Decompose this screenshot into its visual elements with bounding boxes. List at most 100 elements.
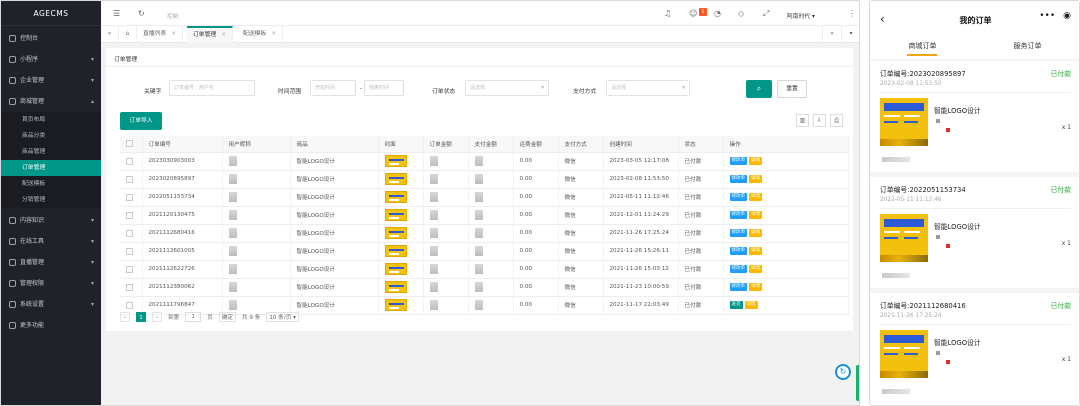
sub-category[interactable]: 商品分类 (1, 128, 101, 144)
nav-enterprise[interactable]: 企业管理 ▾ (1, 70, 101, 91)
more-vertical-icon[interactable]: ⋮ (848, 9, 856, 18)
import-orders-button[interactable]: 订单导入 (120, 112, 162, 130)
checkbox[interactable] (126, 229, 133, 237)
nav-live[interactable]: 直播管理 ▾ (1, 252, 101, 273)
close-icon[interactable]: × (271, 31, 276, 37)
nav-mini-program[interactable]: 小程序 ▾ (1, 49, 101, 70)
message-icon[interactable]: ☺ (689, 9, 697, 18)
order-card[interactable]: 订单编号:2022051153734 已付款 2022-05-11 11:12:46… (870, 177, 1079, 288)
page-size-select[interactable]: 10 条/页 ▾ (266, 312, 299, 322)
tab-service-orders[interactable]: 服务订单 (975, 41, 1079, 51)
tabs-right-icon[interactable]: » (822, 26, 842, 43)
nav-more[interactable]: 更多功能 (1, 315, 101, 336)
checkbox[interactable] (126, 265, 133, 273)
tab-live-list[interactable]: 直播列表 × (137, 26, 184, 43)
pay-method-select[interactable]: 请选择 (606, 80, 690, 96)
start-time-input[interactable]: 开始时间 (310, 80, 356, 96)
checkbox[interactable] (126, 247, 133, 255)
search-button[interactable]: ⌕ (746, 80, 772, 98)
close-target-icon[interactable]: ◉ (1063, 11, 1071, 21)
menu-toggle-icon[interactable]: ☰ (113, 9, 120, 18)
detail-button[interactable]: 详情 (749, 211, 762, 219)
refresh-icon[interactable]: ↻ (138, 9, 145, 18)
row-select[interactable] (120, 152, 143, 171)
action-primary-button[interactable]: 修改单 (729, 175, 747, 183)
sub-shipping[interactable]: 配送模板 (1, 176, 101, 192)
order-card[interactable]: 订单编号:2021112680416 已付款 2021-11-26 17:25:24… (870, 293, 1079, 405)
sub-orders[interactable]: 订单管理 (1, 160, 101, 176)
checkbox[interactable] (126, 193, 133, 201)
detail-button[interactable]: 详情 (749, 193, 762, 201)
tabs-left-icon[interactable]: « (101, 26, 119, 43)
detail-button[interactable]: 详情 (749, 265, 762, 273)
checkbox[interactable] (126, 140, 133, 148)
row-select[interactable] (120, 188, 143, 207)
paid-amount (468, 206, 514, 225)
detail-button[interactable]: 详情 (749, 247, 762, 255)
sub-products[interactable]: 商品管理 (1, 144, 101, 160)
nav-content[interactable]: 内容知识 ▾ (1, 210, 101, 231)
detail-button[interactable]: 详情 (749, 175, 762, 183)
page-current[interactable]: 1 (136, 312, 146, 322)
checkbox[interactable] (126, 157, 133, 165)
end-time-input[interactable]: 结束时间 (364, 80, 404, 96)
row-select[interactable] (120, 206, 143, 225)
nav-tools[interactable]: 在线工具 ▾ (1, 231, 101, 252)
pay-method: 微信 (558, 296, 604, 315)
row-select[interactable] (120, 278, 143, 297)
checkbox[interactable] (126, 175, 133, 183)
page-input[interactable]: 1 (185, 312, 202, 322)
fullscreen-icon[interactable]: ⤢ (763, 9, 769, 19)
tabs-menu-icon[interactable]: ▾ (842, 26, 859, 43)
detail-button[interactable]: 详情 (744, 301, 758, 309)
order-card[interactable]: 订单编号:2023020895897 已付款 2023-02-08 11:53:50… (870, 61, 1079, 172)
lock-icon[interactable]: ◔ (714, 9, 721, 18)
keyword-input[interactable]: 订单编号、用户名 (169, 80, 255, 96)
tab-orders[interactable]: 订单管理 × (187, 26, 234, 43)
action-primary-button[interactable]: 修改单 (729, 211, 747, 219)
action-primary-button[interactable]: 修改单 (729, 283, 747, 291)
more-dots-icon[interactable]: ••• (1039, 11, 1055, 21)
scrollbar[interactable] (856, 365, 859, 401)
sub-home-layout[interactable]: 首页布局 (1, 112, 101, 128)
reset-button[interactable]: 重置 (777, 80, 807, 98)
row-select[interactable] (120, 242, 143, 261)
action-primary-button[interactable]: 修改单 (729, 247, 747, 255)
select-all[interactable] (120, 136, 143, 153)
detail-button[interactable]: 详情 (749, 229, 762, 237)
action-primary-button[interactable]: 发货 (729, 301, 743, 309)
checkbox[interactable] (126, 283, 133, 291)
close-icon[interactable]: × (171, 31, 176, 37)
next-page-icon[interactable]: › (152, 312, 162, 322)
tag-icon[interactable]: ◇ (738, 9, 744, 18)
nav-mall[interactable]: 商城管理 ▴ (1, 91, 101, 112)
checkbox[interactable] (126, 211, 133, 219)
tab-mall-orders[interactable]: 商城订单 (870, 41, 975, 51)
user-menu[interactable]: 阿南时代 ▾ (787, 11, 815, 20)
row-select[interactable] (120, 224, 143, 243)
row-select[interactable] (120, 170, 143, 189)
nav-system[interactable]: 系统设置 ▾ (1, 294, 101, 315)
action-primary-button[interactable]: 修改单 (729, 157, 747, 165)
action-primary-button[interactable]: 修改单 (729, 265, 747, 273)
action-primary-button[interactable]: 修改单 (729, 193, 747, 201)
prev-page-icon[interactable]: ‹ (120, 312, 130, 322)
float-refresh-icon[interactable]: ↻ (835, 364, 851, 380)
export-icon[interactable]: ⇩ (813, 114, 826, 127)
detail-button[interactable]: 详情 (749, 283, 762, 291)
checkbox[interactable] (126, 301, 133, 309)
bell-icon[interactable]: ♫ (664, 9, 671, 18)
goto-confirm-button[interactable]: 确定 (218, 312, 237, 322)
row-select[interactable] (120, 260, 143, 279)
nav-permissions[interactable]: 管理权限 ▾ (1, 273, 101, 294)
action-primary-button[interactable]: 修改单 (729, 229, 747, 237)
close-icon[interactable]: × (221, 32, 226, 38)
columns-icon[interactable]: ▥ (796, 114, 809, 127)
home-icon[interactable]: ⌂ (119, 26, 137, 43)
print-icon[interactable]: ⎙ (830, 114, 843, 127)
status-select[interactable]: 请选择 (465, 80, 549, 96)
nav-dashboard[interactable]: 控制台 (1, 28, 101, 49)
sub-distribution[interactable]: 分销管理 (1, 192, 101, 208)
tab-shipping[interactable]: 配送模板 × (237, 26, 284, 43)
detail-button[interactable]: 详情 (749, 157, 762, 165)
